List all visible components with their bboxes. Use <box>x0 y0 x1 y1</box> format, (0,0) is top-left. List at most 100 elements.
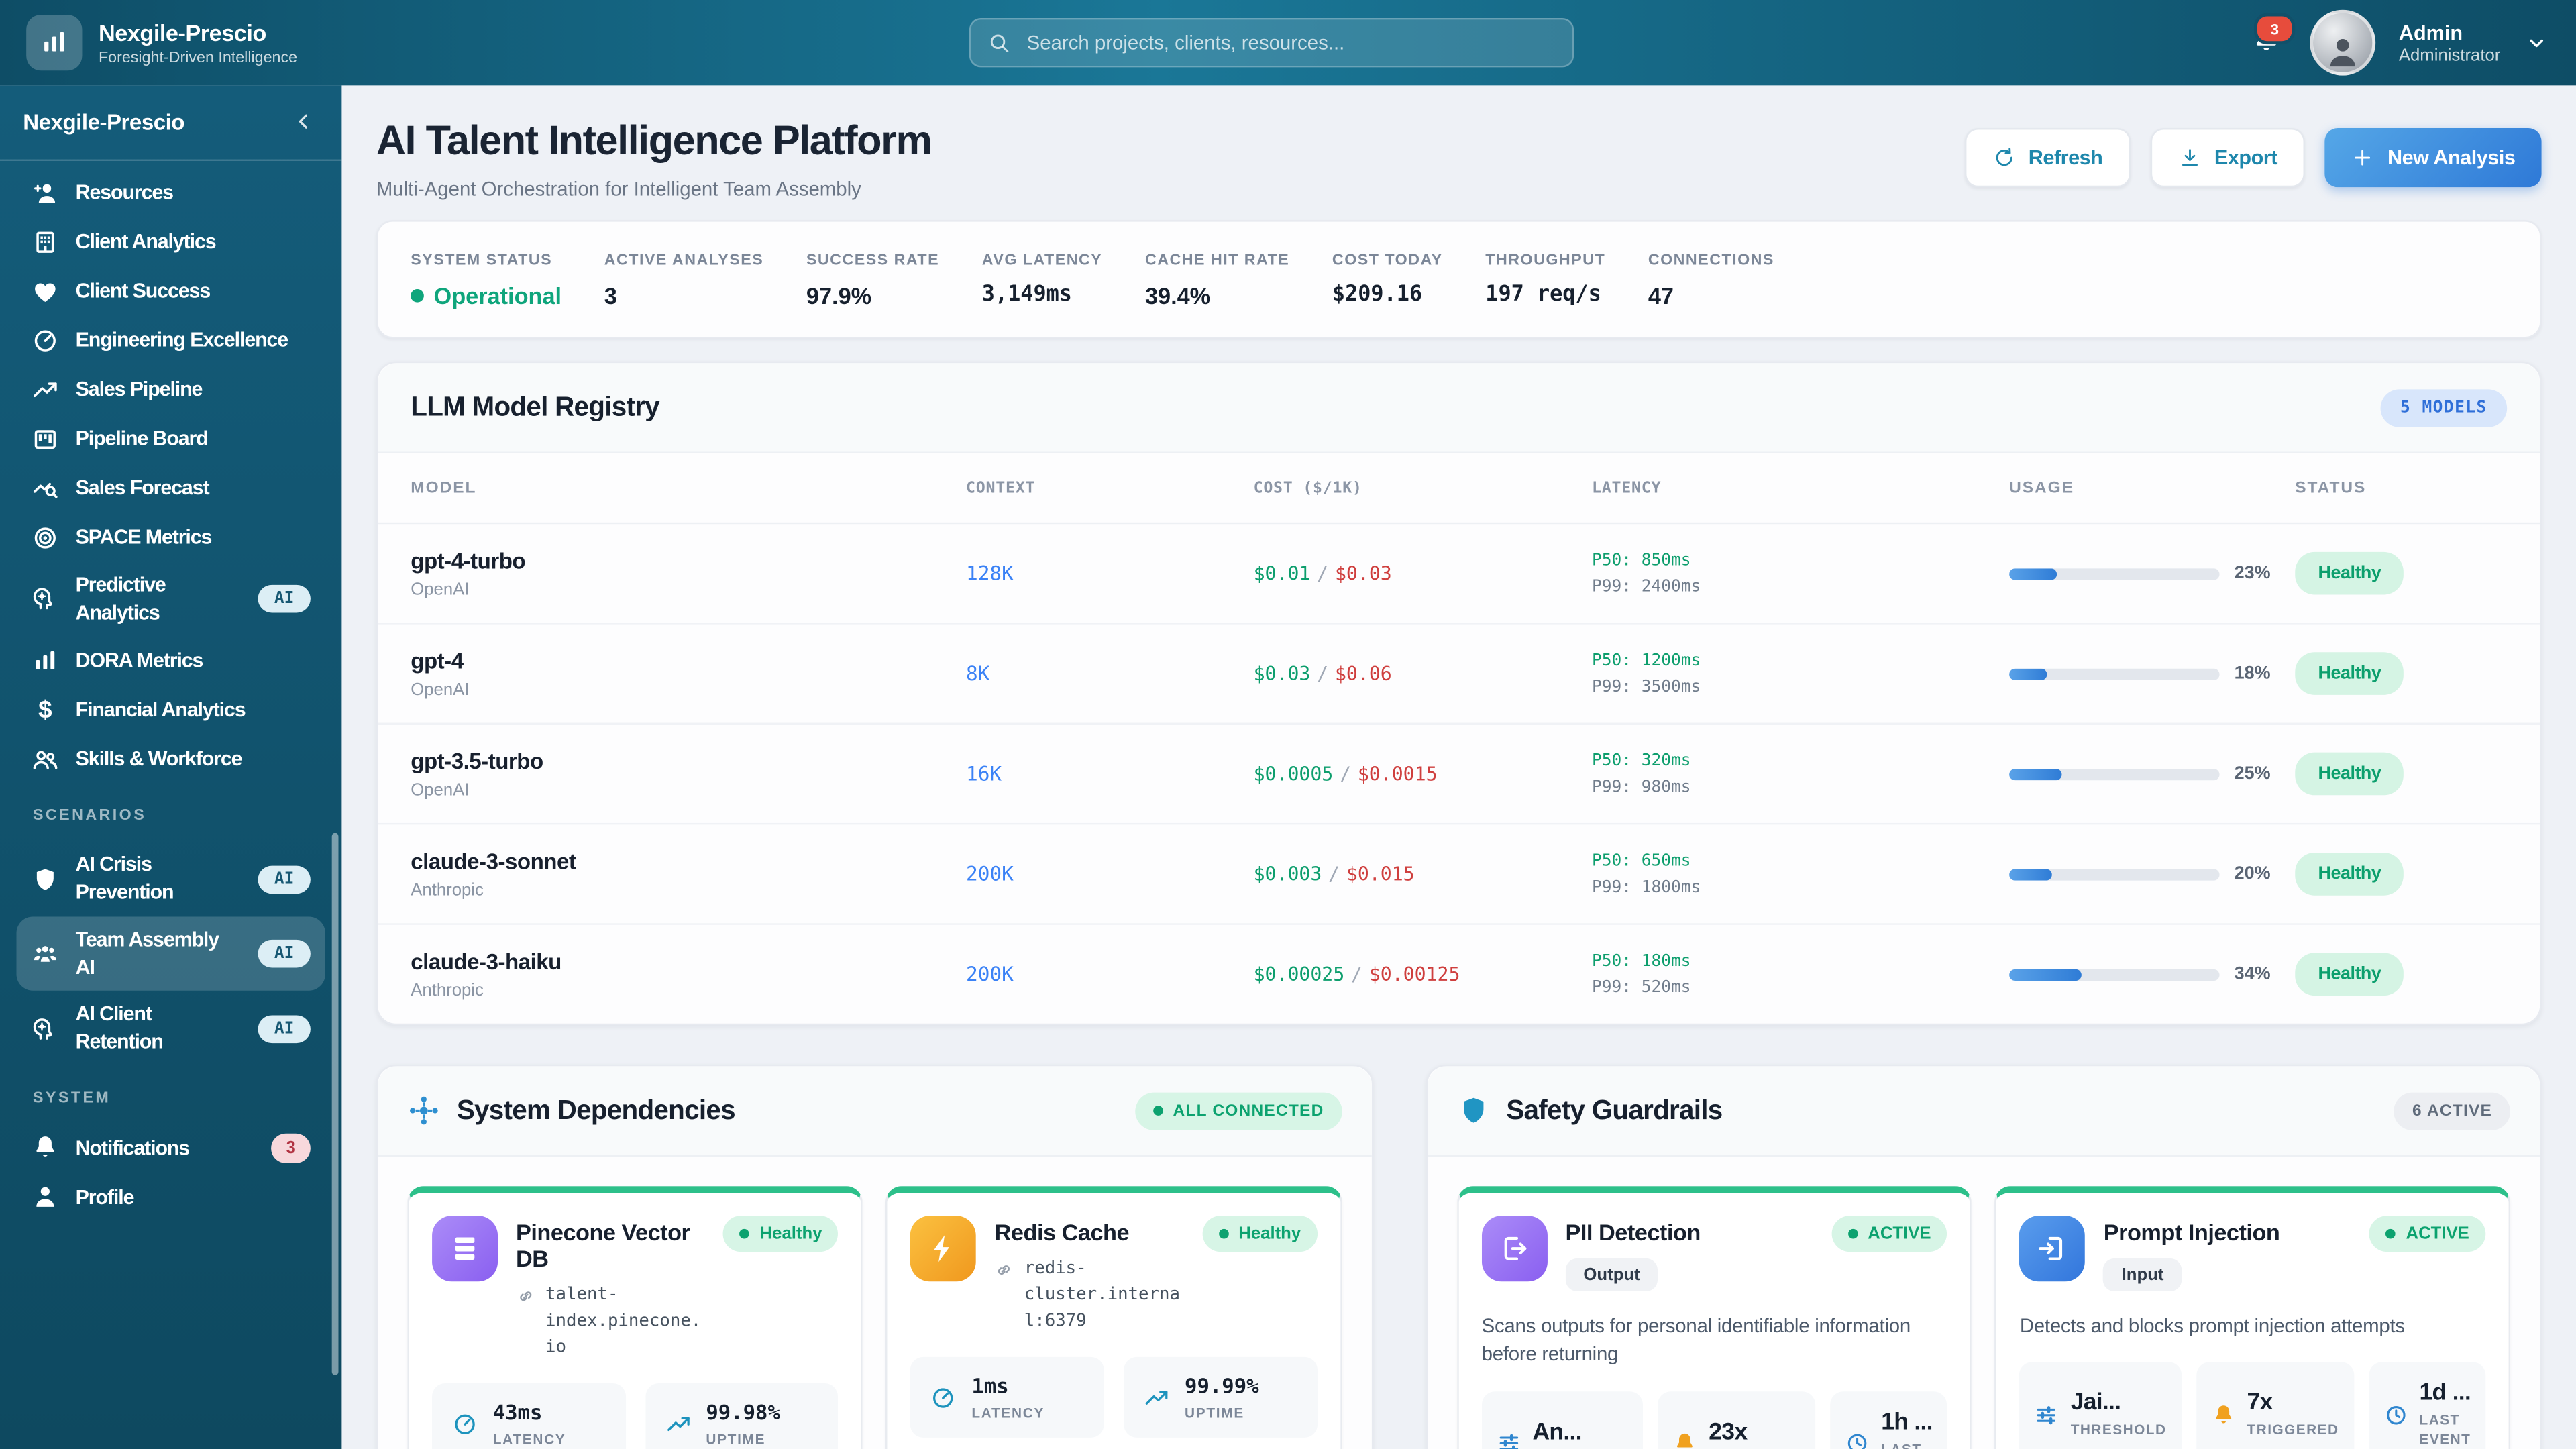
uptime-value: 99.98% <box>706 1400 780 1425</box>
sidebar-item[interactable]: Engineering Excellence <box>16 315 325 364</box>
global-search[interactable] <box>969 17 1574 68</box>
sidebar: Nexgile-Prescio Resources Client Analyti… <box>0 85 342 1449</box>
sidebar-item[interactable]: Client Success <box>16 266 325 315</box>
stat-value: 3,149ms <box>981 282 1072 307</box>
cost-value: $0.003/$0.015 <box>1253 862 1415 886</box>
table-body: gpt-4-turbo OpenAI 128K $0.01/$0.03 P50:… <box>378 524 2540 1023</box>
search-input[interactable] <box>1023 30 1556 56</box>
refresh-label: Refresh <box>2028 146 2103 170</box>
sidebar-item[interactable]: Client Analytics <box>16 217 325 266</box>
threshold-value: Jai... <box>2070 1390 2121 1417</box>
sidebar-item-label: Team Assembly AI <box>75 928 219 979</box>
uptime-label: UPTIME <box>706 1431 766 1448</box>
brand: Nexgile-Prescio Foresight-Driven Intelli… <box>26 15 421 71</box>
table-header: MODEL CONTEXT COST ($/1K) LATENCY USAGE STATU… <box>378 453 2540 525</box>
usage-percent: 18% <box>2234 663 2271 684</box>
refresh-button[interactable]: Refresh <box>1964 128 2131 188</box>
sidebar-item[interactable]: Profile <box>16 1173 325 1222</box>
status-badge: Healthy <box>2295 752 2404 796</box>
heart-icon <box>32 277 60 305</box>
model-row[interactable]: gpt-4 OpenAI 8K $0.03/$0.06 P50: 1200ms … <box>378 625 2540 725</box>
sidebar-item[interactable]: Resources <box>16 168 325 217</box>
main-content: AI Talent Intelligence Platform Multi-Ag… <box>341 85 2576 1449</box>
stat-label: AVG LATENCY <box>981 251 1103 270</box>
cost-input: $0.003 <box>1253 862 1322 886</box>
sidebar-item[interactable]: Sales Pipeline <box>16 365 325 414</box>
model-row[interactable]: gpt-3.5-turbo OpenAI 16K $0.0005/$0.0015… <box>378 724 2540 825</box>
column-header: LATENCY <box>1592 478 1662 497</box>
sidebar-item[interactable]: DORA Metrics <box>16 637 325 686</box>
health-badge: Healthy <box>1202 1216 1318 1252</box>
avatar[interactable] <box>2310 9 2376 76</box>
triggered-stat: 7x TRIGGERED <box>2196 1362 2354 1449</box>
latency-p50: P50: 650ms <box>1592 851 1691 870</box>
trend-icon <box>32 376 60 404</box>
page-title: AI Talent Intelligence Platform <box>376 118 932 164</box>
user-menu[interactable]: Admin Administrator <box>2399 21 2500 65</box>
sidebar-item[interactable]: Team Assembly AI AI <box>16 916 325 991</box>
export-button[interactable]: Export <box>2150 128 2306 188</box>
tune-icon <box>1497 1432 1521 1449</box>
usage-percent: 34% <box>2234 964 2271 984</box>
sidebar-item[interactable]: Skills & Workforce <box>16 735 325 784</box>
stat-value: 39.4% <box>1144 282 1211 309</box>
section-label-system: SYSTEM <box>32 1089 111 1108</box>
group-icon <box>32 940 60 968</box>
sidebar-item[interactable]: $ Financial Analytics <box>16 686 325 735</box>
top-header: Nexgile-Prescio Foresight-Driven Intelli… <box>0 0 2576 86</box>
guardrail-card: Prompt Injection Input ACTIVE Detects an… <box>1995 1186 2511 1449</box>
sidebar-item[interactable]: AI Client Retention AI <box>16 991 325 1066</box>
latency-p99: P99: 980ms <box>1592 777 1691 796</box>
sidebar-item[interactable]: AI Crisis Prevention AI <box>16 842 325 916</box>
gauge-icon <box>451 1411 478 1437</box>
stat-value: Operational <box>411 282 562 308</box>
sidebar-collapse-button[interactable] <box>289 107 319 137</box>
new-analysis-button[interactable]: New Analysis <box>2324 128 2542 188</box>
model-row[interactable]: claude-3-haiku Anthropic 200K $0.00025/$… <box>378 925 2540 1024</box>
brand-tagline: Foresight-Driven Intelligence <box>98 48 298 67</box>
export-label: Export <box>2214 146 2278 170</box>
latency-p50: P50: 320ms <box>1592 751 1691 770</box>
shield-icon <box>1457 1094 1490 1127</box>
context-value: 16K <box>966 762 1002 786</box>
sidebar-scrollbar[interactable] <box>331 833 339 1375</box>
latency-p99: P99: 3500ms <box>1592 678 1701 696</box>
app: Nexgile-Prescio Foresight-Driven Intelli… <box>0 0 2576 1449</box>
latency-stat: 1ms LATENCY <box>910 1357 1105 1438</box>
sidebar-item[interactable]: Predictive Analytics AI <box>16 562 325 637</box>
threshold-label: THRESHOLD <box>2070 1421 2167 1438</box>
usage-bar-fill <box>2009 667 2047 680</box>
link-icon <box>995 1260 1014 1279</box>
latency-value: P50: 1200ms P99: 3500ms <box>1592 651 2009 696</box>
sidebar-item[interactable]: SPACE Metrics <box>16 513 325 561</box>
sidebar-item[interactable]: Notifications 3 <box>16 1124 325 1173</box>
bell-icon <box>32 1134 60 1163</box>
latency-value: P50: 180ms P99: 520ms <box>1592 952 2009 996</box>
model-row[interactable]: claude-3-sonnet Anthropic 200K $0.003/$0… <box>378 824 2540 925</box>
section-label-scenarios: SCENARIOS <box>32 807 147 826</box>
sidebar-item-label: Sales Pipeline <box>75 377 203 400</box>
bar-chart-icon <box>40 28 69 58</box>
bolt-icon <box>910 1216 977 1282</box>
last-event-label: LAST EVENT <box>1881 1440 1922 1449</box>
guardrail-name: Prompt Injection <box>2103 1219 2280 1246</box>
user-menu-chevron-icon[interactable] <box>2524 30 2550 56</box>
cost-output: $0.06 <box>1334 661 1392 686</box>
status-badge: Healthy <box>2295 551 2404 595</box>
usage-bar <box>2009 568 2220 580</box>
top-right-cluster: 3 Admin Administrator <box>2245 9 2550 76</box>
model-row[interactable]: gpt-4-turbo OpenAI 128K $0.01/$0.03 P50:… <box>378 524 2540 625</box>
threshold-stat: An... THRESHOLD <box>1481 1391 1644 1449</box>
sidebar-item-label: Profile <box>75 1185 135 1209</box>
usage-bar <box>2009 968 2220 980</box>
cost-output: $0.00125 <box>1368 963 1460 986</box>
notifications-button[interactable]: 3 <box>2245 13 2296 62</box>
last-event-stat: 1d ... LAST EVENT <box>2368 1362 2486 1449</box>
uptime-label: UPTIME <box>1185 1405 1244 1421</box>
last-event-label: LAST EVENT <box>2419 1411 2471 1448</box>
input-icon <box>2019 1216 2086 1282</box>
sidebar-item[interactable]: Sales Forecast <box>16 464 325 513</box>
server-icon <box>432 1216 498 1282</box>
sidebar-item[interactable]: Pipeline Board <box>16 414 325 463</box>
stat: AVG LATENCY 3,149ms <box>982 252 1102 307</box>
